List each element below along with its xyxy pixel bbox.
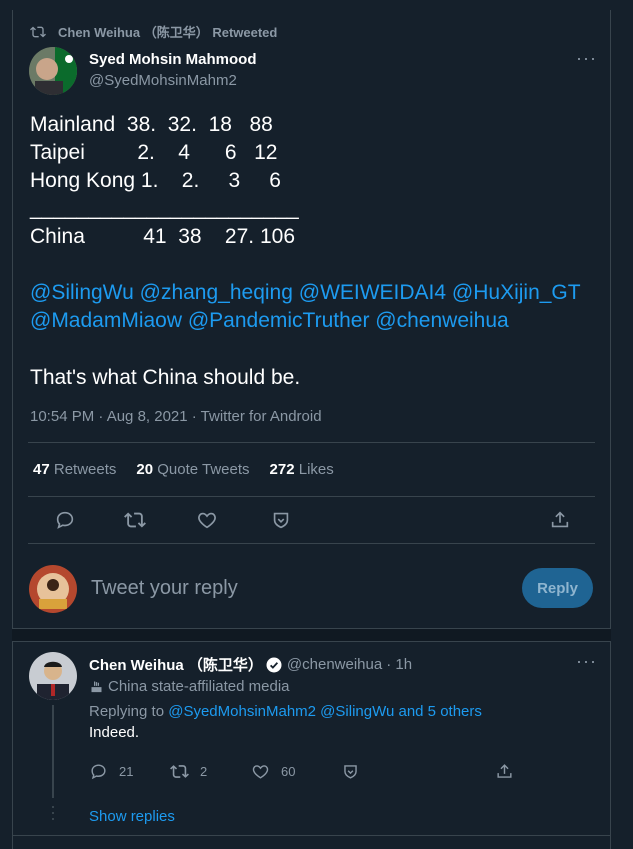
replying-to: Replying to @SyedMohsinMahm2 @SilingWu a… — [89, 703, 482, 720]
reply-author-handle[interactable]: @chenweihua — [287, 656, 382, 673]
reply-more-options-icon[interactable]: ··· — [576, 651, 597, 672]
verified-badge-icon — [266, 657, 282, 672]
like-button[interactable] — [196, 509, 218, 531]
reply-input[interactable]: Tweet your reply — [91, 577, 238, 600]
quotes-stat[interactable]: 20 Quote Tweets — [136, 461, 249, 478]
share-icon — [497, 764, 512, 778]
reply-share-button[interactable] — [495, 762, 514, 781]
replying-to-handles[interactable]: @SyedMohsinMahm2 @SilingWu and 5 others — [168, 703, 482, 720]
reply-button[interactable] — [54, 509, 76, 531]
my-avatar[interactable] — [29, 565, 77, 613]
more-options-icon[interactable]: ··· — [576, 48, 597, 69]
divider — [28, 442, 595, 443]
reply-reply-count: 21 — [119, 764, 134, 779]
bookmark-button[interactable] — [270, 509, 292, 531]
tweet-closing: That's what China should be. — [30, 366, 301, 389]
likes-count: 272 — [269, 461, 295, 478]
reply-retweet-count: 2 — [200, 764, 208, 779]
state-affiliated-label[interactable]: China state-affiliated media — [89, 678, 290, 695]
divider — [28, 543, 595, 544]
author-handle[interactable]: @SyedMohsinMahm2 — [89, 72, 237, 89]
likes-label: Likes — [298, 461, 334, 478]
quotes-count: 20 — [136, 461, 154, 478]
share-button[interactable] — [549, 509, 571, 531]
bookmark-shield-icon — [273, 512, 289, 529]
retweet-button[interactable] — [124, 509, 146, 531]
reply-submit-button[interactable]: Reply — [522, 568, 593, 608]
state-affiliated-text: China state-affiliated media — [108, 678, 290, 695]
heart-icon — [198, 512, 216, 529]
tweet-line-1: Mainland 38. 32. 18 88 — [30, 113, 273, 136]
tweet-line-2: Taipei 2. 4 6 12 — [30, 141, 278, 164]
retweets-label: Retweets — [53, 461, 117, 478]
divider — [12, 835, 611, 836]
tweet-mentions-1[interactable]: @SilingWu @zhang_heqing @WEIWEIDAI4 @HuX… — [30, 279, 581, 307]
retweet-banner[interactable]: Chen Weihua （陈卫华） Retweeted — [30, 22, 277, 41]
tweet-line-5: China 41 38 27. 106 — [30, 225, 296, 248]
reply-icon — [56, 511, 74, 529]
reply-bookmark-button[interactable] — [341, 762, 360, 781]
retweet-icon — [124, 512, 146, 528]
tweet-line-3: Hong Kong 1. 2. 3 6 — [30, 169, 281, 192]
retweets-stat[interactable]: 47 Retweets — [33, 461, 116, 478]
tweet-line-4: _______________________ — [30, 197, 299, 220]
quotes-label: Quote Tweets — [157, 461, 250, 478]
reply-text: Indeed. — [89, 724, 140, 741]
reply-retweet-button[interactable]: 2 — [170, 762, 207, 781]
tweet-stats: 47 Retweets 20 Quote Tweets 272 Likes — [33, 461, 334, 478]
bookmark-shield-icon — [344, 765, 357, 779]
retweet-icon — [30, 26, 46, 37]
divider — [28, 496, 595, 497]
reply-like-count: 60 — [281, 764, 296, 779]
tweet-mentions-2[interactable]: @MadamMiaow @PandemicTruther @chenweihua — [30, 307, 509, 335]
likes-stat[interactable]: 272 Likes — [270, 461, 334, 478]
tweet-timestamp[interactable]: 10:54 PM · Aug 8, 2021 · Twitter for And… — [30, 408, 322, 425]
author-avatar[interactable] — [29, 47, 77, 95]
reply-like-button[interactable]: 60 — [251, 762, 295, 781]
retweet-banner-text: Chen Weihua （陈卫华） Retweeted — [58, 25, 278, 40]
heart-icon — [252, 765, 269, 779]
reply-author-avatar[interactable] — [29, 652, 77, 700]
reply-reply-button[interactable]: 21 — [89, 762, 133, 781]
show-replies-link[interactable]: Show replies — [89, 808, 175, 825]
reply-icon — [91, 764, 106, 780]
retweets-count: 47 — [33, 461, 50, 478]
reply-author-name[interactable]: Chen Weihua （陈卫华） — [89, 654, 263, 675]
section-separator — [12, 628, 611, 642]
share-icon — [551, 511, 569, 528]
thread-line — [52, 705, 54, 798]
reply-header: Chen Weihua （陈卫华） @chenweihua · 1h — [89, 654, 412, 675]
author-name[interactable]: Syed Mohsin Mahmood — [89, 51, 257, 68]
thread-dots — [52, 806, 54, 824]
hand-podium-icon — [91, 681, 102, 693]
reply-time[interactable]: · 1h — [386, 656, 412, 673]
retweet-icon — [170, 765, 189, 778]
replying-prefix: Replying to — [89, 703, 165, 720]
